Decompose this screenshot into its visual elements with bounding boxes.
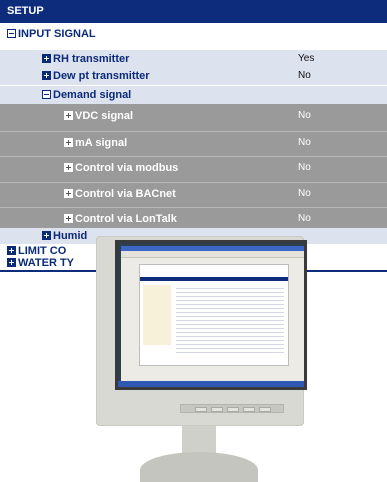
tree-item-control-modbus[interactable]: Control via modbus No — [0, 157, 387, 182]
control-modbus-value[interactable]: No — [298, 162, 311, 173]
input-signal-label: INPUT SIGNAL — [18, 28, 96, 40]
demand-signal-label: Demand signal — [53, 89, 132, 101]
collapse-icon[interactable] — [7, 29, 16, 38]
water-type-label: WATER TY — [18, 257, 75, 269]
expand-icon[interactable] — [64, 189, 73, 198]
tree-item-dew-pt-transmitter[interactable]: Dew pt transmitter No — [0, 68, 387, 85]
setup-tree-panel: SETUP INPUT SIGNAL RH transmitter Yes De… — [0, 0, 387, 275]
limit-control-label: LIMIT CO — [18, 245, 67, 257]
expand-icon[interactable] — [64, 138, 73, 147]
collapse-icon[interactable] — [42, 90, 51, 99]
tree-item-ma-signal[interactable]: mA signal No — [0, 132, 387, 156]
browser-window — [121, 246, 304, 382]
tree-item-control-bacnet[interactable]: Control via BACnet No — [0, 183, 387, 207]
monitor-button — [211, 407, 223, 412]
expand-icon[interactable] — [42, 71, 51, 80]
control-lontalk-label: Control via LonTalk — [75, 213, 177, 225]
web-page-thumbnail — [139, 264, 289, 366]
monitor-screen — [115, 240, 307, 390]
page-nav-bar — [140, 277, 288, 281]
tree-item-demand-signal[interactable]: Demand signal — [0, 86, 387, 104]
expand-icon[interactable] — [64, 163, 73, 172]
monitor-stand — [140, 452, 258, 482]
expand-icon[interactable] — [64, 214, 73, 223]
control-bacnet-label: Control via BACnet — [75, 188, 176, 200]
monitor-button — [259, 407, 271, 412]
expand-icon[interactable] — [42, 54, 51, 63]
monitor-button — [227, 407, 239, 412]
tree-item-vdc-signal[interactable]: VDC signal No — [0, 104, 387, 131]
expand-icon[interactable] — [42, 231, 51, 240]
dew-pt-transmitter-value[interactable]: No — [298, 70, 311, 81]
vdc-signal-label: VDC signal — [75, 110, 134, 122]
tree-item-input-signal[interactable]: INPUT SIGNAL — [0, 25, 387, 42]
humid-label: Humid — [53, 230, 88, 242]
page-content — [176, 285, 284, 355]
rh-transmitter-value[interactable]: Yes — [298, 53, 314, 64]
ma-signal-value[interactable]: No — [298, 137, 311, 148]
setup-header: SETUP — [0, 0, 387, 23]
browser-toolbar — [121, 251, 304, 258]
page-sidebar — [143, 285, 171, 345]
dew-pt-transmitter-label: Dew pt transmitter — [53, 70, 150, 82]
taskbar — [118, 381, 304, 387]
control-bacnet-value[interactable]: No — [298, 188, 311, 199]
control-lontalk-value[interactable]: No — [298, 213, 311, 224]
control-modbus-label: Control via modbus — [75, 162, 179, 174]
monitor-button-strip — [180, 404, 284, 413]
expand-icon[interactable] — [7, 246, 16, 255]
tree-item-rh-transmitter[interactable]: RH transmitter Yes — [0, 50, 387, 68]
monitor-button — [195, 407, 207, 412]
ma-signal-label: mA signal — [75, 137, 128, 149]
monitor-button — [243, 407, 255, 412]
vdc-signal-value[interactable]: No — [298, 110, 311, 121]
expand-icon[interactable] — [7, 258, 16, 267]
monitor-neck — [182, 426, 216, 454]
expand-icon[interactable] — [64, 111, 73, 120]
rh-transmitter-label: RH transmitter — [53, 53, 130, 65]
